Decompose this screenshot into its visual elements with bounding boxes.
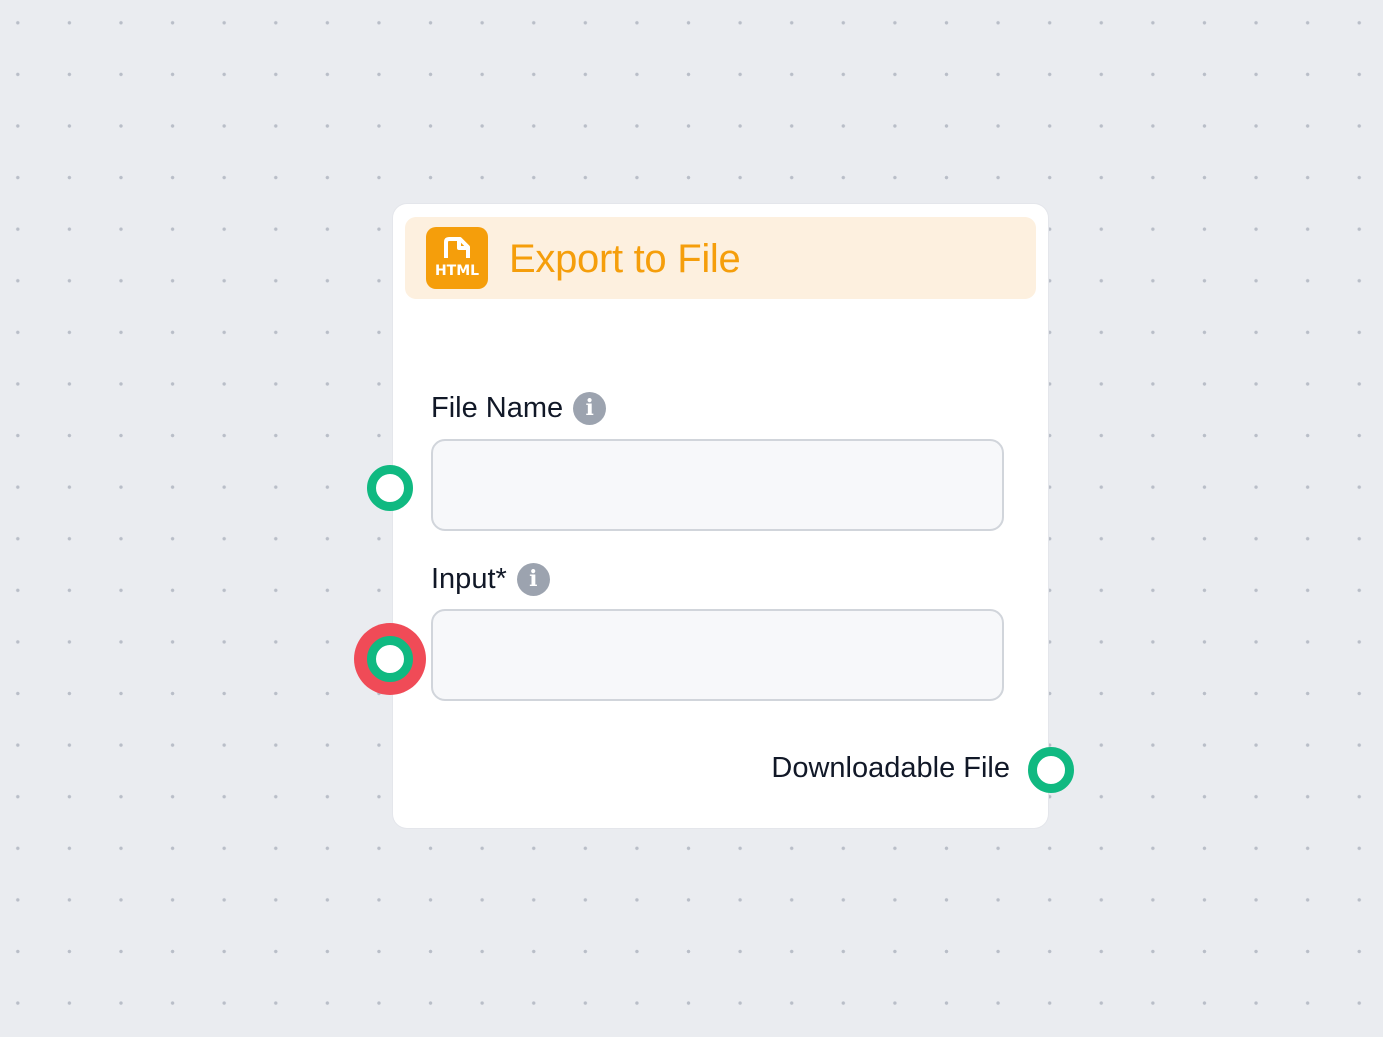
input-label: Input* i [431,562,550,596]
node-header[interactable]: HTML Export to File [405,217,1036,299]
input-input[interactable] [433,611,1002,699]
export-to-file-node[interactable]: HTML Export to File File Name i Input* i… [393,204,1048,828]
file-name-field[interactable] [431,439,1004,531]
info-icon[interactable]: i [573,391,607,425]
output-label: Downloadable File [771,752,1010,784]
html-file-icon: HTML [426,227,488,289]
input-input-handle[interactable] [367,636,413,682]
node-title: Export to File [509,237,741,281]
downloadable-file-output-handle[interactable] [1028,747,1074,793]
icon-text: HTML [435,263,479,279]
input-field[interactable] [431,609,1004,701]
file-name-input-handle[interactable] [367,465,413,511]
input-label-text: Input* [431,563,507,595]
file-name-label: File Name i [431,391,607,425]
info-icon[interactable]: i [516,562,550,596]
file-name-label-text: File Name [431,392,564,424]
file-name-input[interactable] [433,441,1002,529]
